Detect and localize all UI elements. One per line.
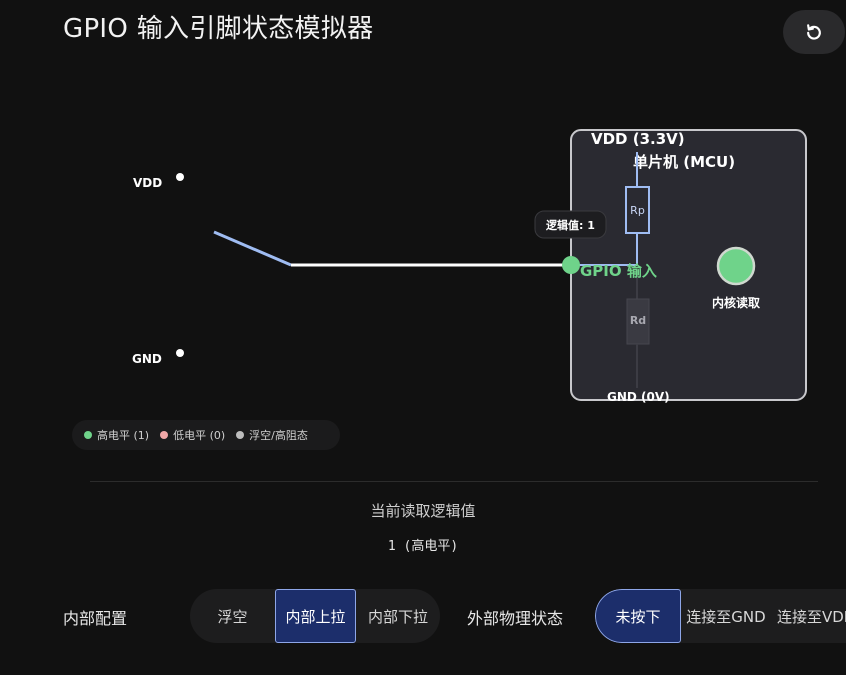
- legend-label: 浮空/高阻态: [249, 429, 308, 442]
- legend-item-high: 高电平 (1): [84, 427, 149, 443]
- gpio-input-label: GPIO 输入: [580, 262, 657, 280]
- mcu-vdd-label: VDD (3.3V): [591, 130, 685, 148]
- option-pull-up[interactable]: 内部上拉: [275, 589, 356, 643]
- legend-label: 高电平 (1): [97, 429, 150, 442]
- option-to-gnd[interactable]: 连接至GND: [681, 589, 771, 643]
- pulldown-resistor-label: Rd: [630, 314, 646, 327]
- low-dot-icon: [160, 431, 169, 439]
- gpio-node: [562, 256, 580, 274]
- legend-item-floating: 浮空/高阻态: [236, 427, 308, 443]
- option-to-vdd[interactable]: 连接至VDD: [771, 589, 846, 643]
- readout-value: 1 (高电平): [387, 539, 459, 554]
- mcu-title: 单片机 (MCU): [633, 153, 735, 171]
- option-pull-down[interactable]: 内部下拉: [356, 589, 440, 643]
- readout-label: 当前读取逻辑值: [370, 502, 476, 520]
- divider: [90, 481, 818, 482]
- pullup-resistor-label: Rp: [630, 204, 645, 217]
- external-state-selector: 未按下 连接至GND 连接至VDD: [595, 589, 846, 643]
- legend-item-low: 低电平 (0): [160, 427, 225, 443]
- gnd-terminal-label: GND: [132, 352, 162, 366]
- core-read-label: 内核读取: [712, 295, 760, 310]
- high-dot-icon: [84, 431, 92, 439]
- circuit-diagram: VDD GND VDD (3.3V) 单片机 (MCU) Rp Rd GPIO …: [132, 129, 807, 404]
- internal-config-label: 内部配置: [63, 609, 128, 628]
- mcu-gnd-label: GND (0V): [607, 390, 670, 404]
- switch-lever[interactable]: [213, 230, 292, 267]
- vdd-terminal: [176, 173, 184, 181]
- gnd-terminal: [176, 349, 184, 357]
- floating-dot-icon: [236, 431, 245, 439]
- option-not-pressed[interactable]: 未按下: [595, 589, 681, 643]
- vdd-terminal-label: VDD: [133, 176, 162, 190]
- legend: 高电平 (1) 低电平 (0) 浮空/高阻态: [72, 420, 340, 450]
- option-floating[interactable]: 浮空: [190, 589, 275, 643]
- logic-tooltip: 逻辑值: 1: [546, 218, 595, 232]
- core-read-led: [716, 246, 756, 286]
- external-state-label: 外部物理状态: [467, 609, 564, 628]
- internal-config-selector: 浮空 内部上拉 内部下拉: [190, 589, 440, 643]
- legend-label: 低电平 (0): [173, 429, 226, 442]
